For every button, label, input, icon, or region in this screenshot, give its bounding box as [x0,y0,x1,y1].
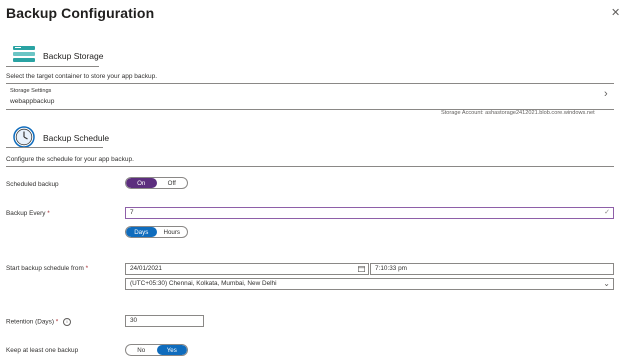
unit-days-option[interactable]: Days [126,227,157,237]
storage-description: Select the target container to store you… [6,73,158,80]
info-icon[interactable]: i [63,318,72,326]
retention-days-input[interactable]: 30 [125,315,204,327]
start-time-input[interactable]: 7:10:33 pm [370,263,614,275]
scheduled-backup-toggle[interactable]: On Off [125,177,188,189]
keep-no-option[interactable]: No [126,345,157,355]
storage-icon [12,45,36,63]
retention-days-value: 30 [130,317,138,324]
scheduled-off-option[interactable]: Off [157,178,188,188]
keep-one-backup-toggle[interactable]: No Yes [125,344,188,356]
panel-title: Backup Configuration [6,5,155,21]
backup-schedule-heading: Backup Schedule [43,133,110,143]
start-schedule-label: Start backup schedule from * [6,265,88,272]
required-asterisk: * [85,265,89,272]
required-asterisk: * [55,318,59,326]
backup-storage-heading: Backup Storage [43,51,104,61]
backup-every-value: 7 [130,209,134,216]
chevron-down-icon: ⌄ [603,279,610,288]
storage-account-text: Storage Account: ashastorage2412021.blob… [441,110,595,116]
timezone-value: (UTC+05:30) Chennai, Kolkata, Mumbai, Ne… [130,280,277,287]
schedule-description: Configure the schedule for your app back… [6,156,134,163]
keep-one-backup-label: Keep at least one backup [6,347,79,354]
retention-label: Retention (Days) * i [6,318,72,326]
frequency-unit-toggle[interactable]: Days Hours [125,226,188,238]
backup-every-input[interactable]: 7 ✓ [125,207,614,219]
start-date-value: 24/01/2021 [130,265,162,272]
keep-yes-option[interactable]: Yes [156,345,187,355]
unit-hours-option[interactable]: Hours [157,227,188,237]
timezone-select[interactable]: (UTC+05:30) Chennai, Kolkata, Mumbai, Ne… [125,278,614,290]
storage-settings-value: webappbackup [10,98,55,105]
storage-heading-underline [6,66,99,67]
calendar-icon[interactable] [358,266,366,272]
backup-every-label-text: Backup Every [6,210,46,217]
backup-every-label: Backup Every * [6,210,50,217]
start-date-input[interactable]: 24/01/2021 [125,263,369,275]
scheduled-on-option[interactable]: On [126,178,157,188]
retention-label-text: Retention (Days) [6,318,54,326]
schedule-heading-underline [6,147,103,148]
scheduled-backup-label: Scheduled backup [6,181,59,188]
required-asterisk: * [47,210,50,217]
close-icon[interactable]: ✕ [611,6,620,19]
clock-icon [13,126,35,148]
check-icon: ✓ [604,209,610,216]
start-time-value: 7:10:33 pm [375,265,407,272]
schedule-divider [6,166,614,167]
chevron-right-icon: › [604,88,608,100]
storage-settings-row[interactable]: Storage Settings webappbackup › [6,84,614,108]
start-schedule-label-text: Start backup schedule from [6,265,84,272]
storage-settings-label: Storage Settings [10,88,52,94]
